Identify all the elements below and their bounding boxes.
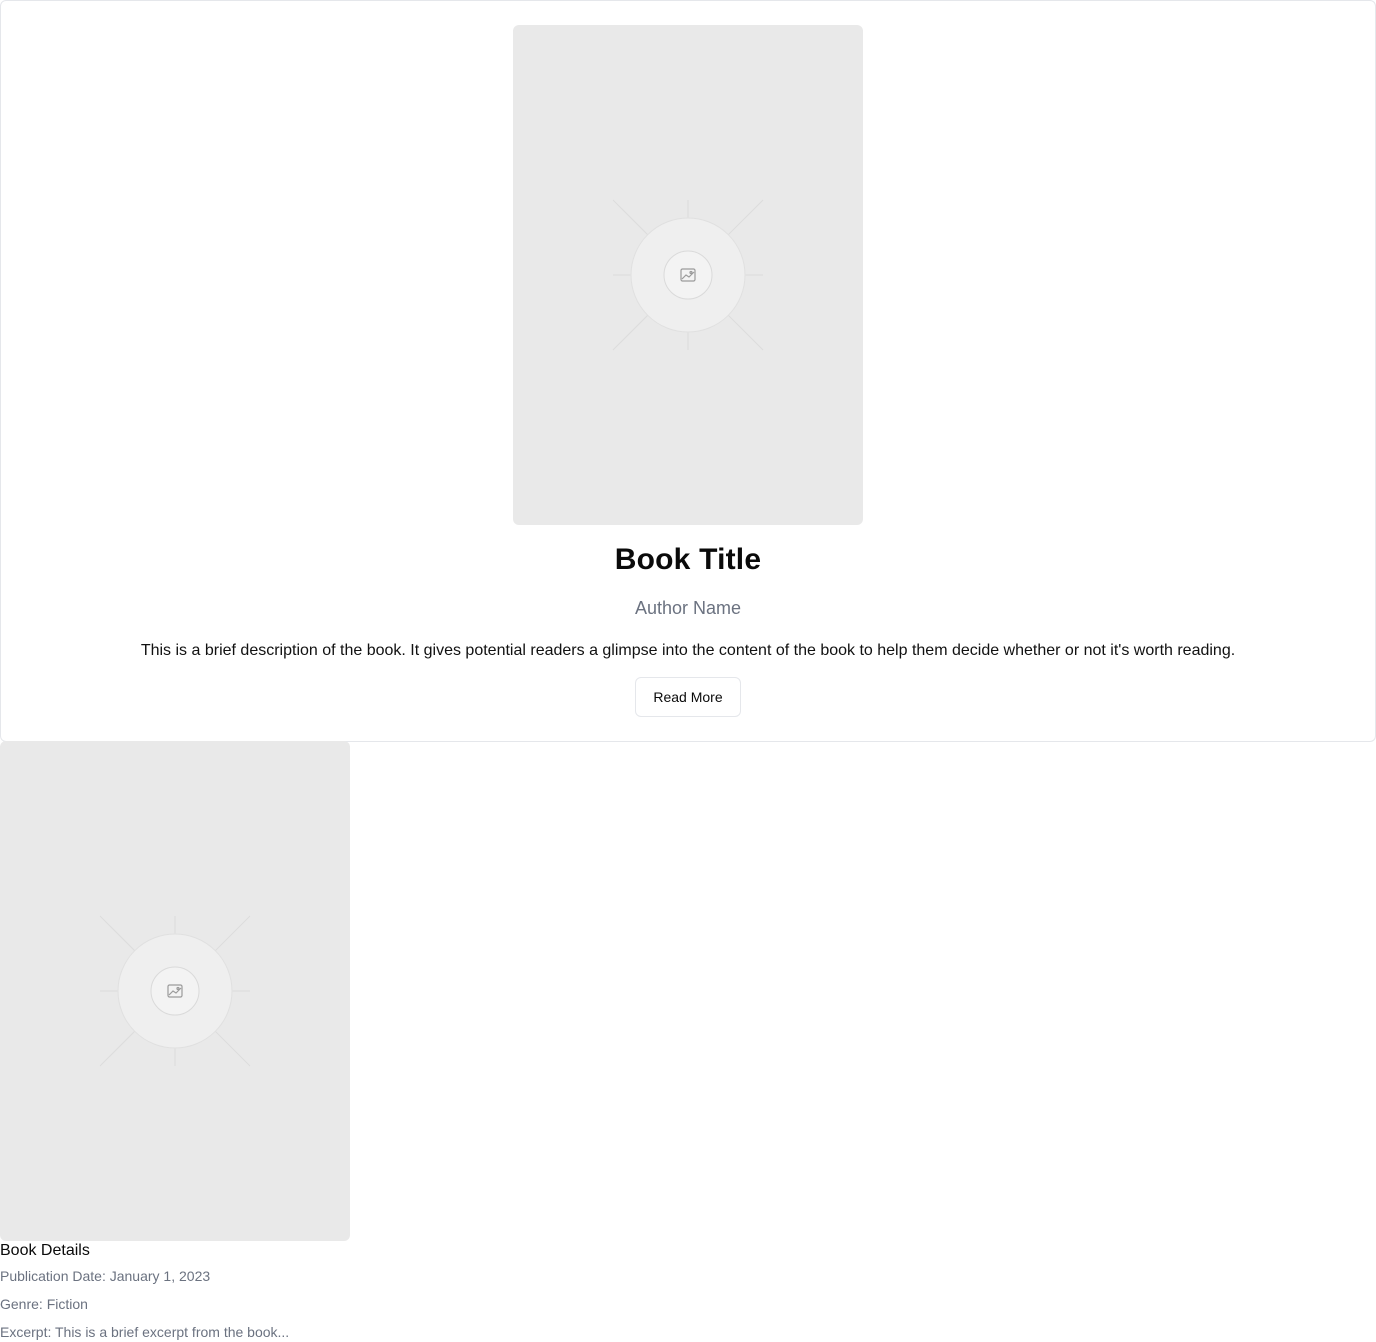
- book-title: Book Title: [614, 543, 762, 576]
- genre: Genre: Fiction: [0, 1296, 88, 1312]
- image-placeholder-icon: [612, 199, 764, 351]
- image-placeholder-icon: [99, 915, 251, 1067]
- book-description: This is a brief description of the book.…: [140, 642, 1236, 659]
- read-more-button[interactable]: Read More: [635, 677, 741, 717]
- publication-date: Publication Date: January 1, 2023: [0, 1268, 211, 1284]
- author-name: Author Name: [634, 598, 742, 618]
- book-card: Book Title Author Name This is a brief d…: [0, 0, 1376, 742]
- book-cover-image-secondary: [0, 741, 350, 1241]
- book-cover-image: [513, 25, 863, 525]
- excerpt: Excerpt: This is a brief excerpt from th…: [0, 1324, 290, 1340]
- book-details-heading: Book Details: [0, 1242, 90, 1259]
